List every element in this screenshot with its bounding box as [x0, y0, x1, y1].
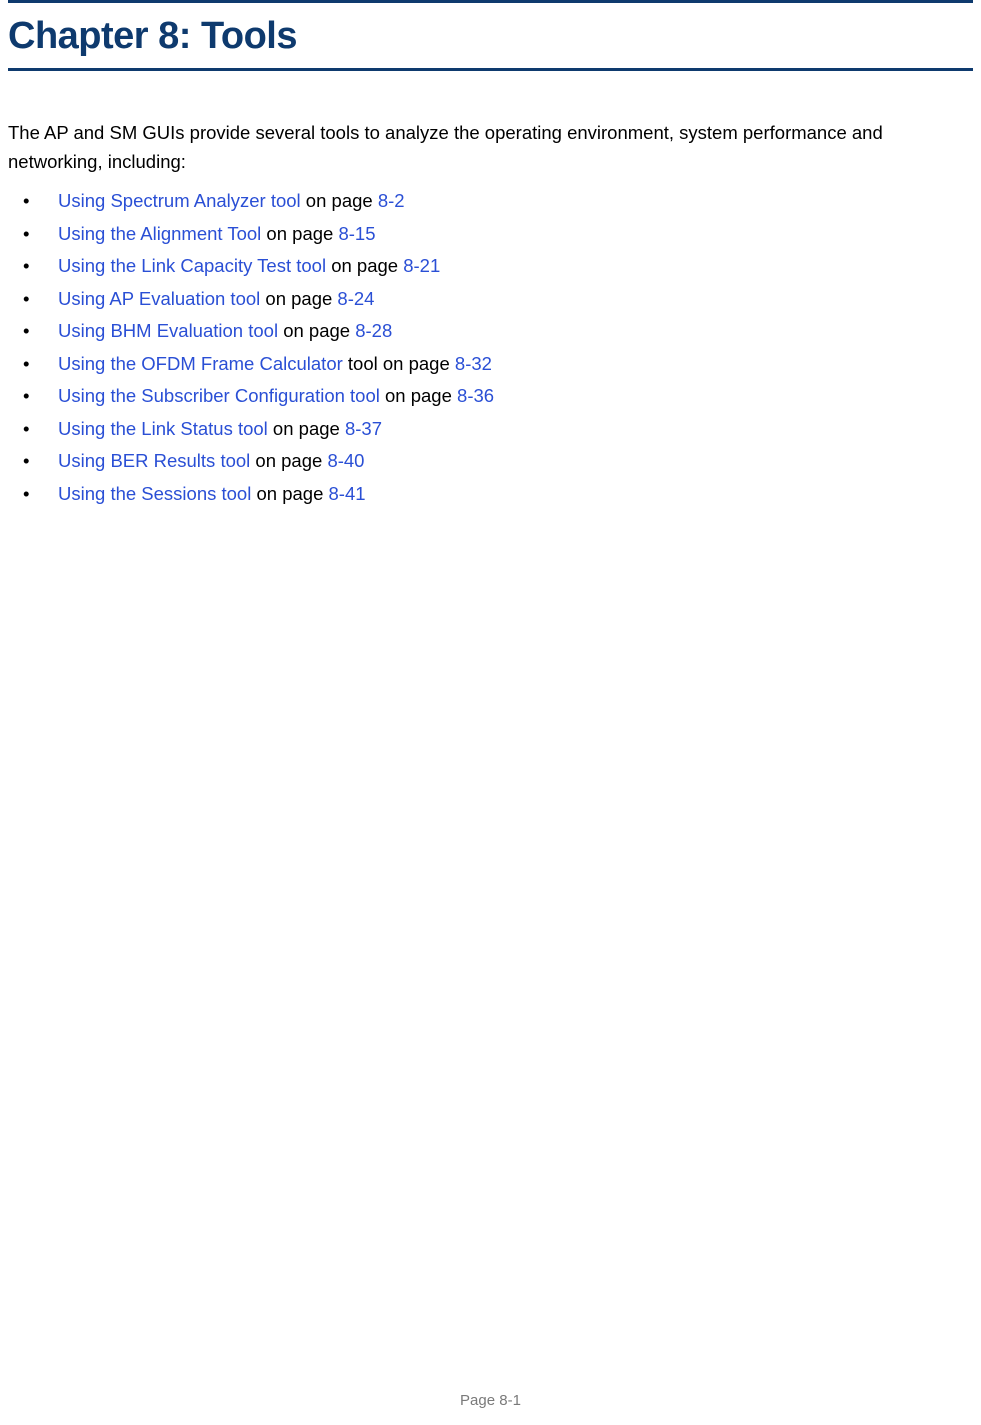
list-item: Using the Sessions tool on page 8-41 [8, 479, 973, 510]
list-item: Using Spectrum Analyzer tool on page 8-2 [8, 186, 973, 217]
mid-text: on page [301, 190, 378, 211]
tool-link[interactable]: Using the Link Status tool [58, 418, 268, 439]
mid-text: tool on page [343, 353, 455, 374]
page-ref[interactable]: 8-40 [327, 450, 364, 471]
tool-link[interactable]: Using BER Results tool [58, 450, 250, 471]
page-content: Chapter 8: Tools The AP and SM GUIs prov… [0, 0, 981, 510]
page-footer: Page 8-1 [0, 1392, 981, 1409]
list-item: Using the Link Status tool on page 8-37 [8, 414, 973, 445]
page-ref[interactable]: 8-37 [345, 418, 382, 439]
page-ref[interactable]: 8-36 [457, 385, 494, 406]
page-ref[interactable]: 8-21 [403, 255, 440, 276]
page-ref[interactable]: 8-2 [378, 190, 405, 211]
tool-link[interactable]: Using the Link Capacity Test tool [58, 255, 326, 276]
list-item: Using the Subscriber Configuration tool … [8, 381, 973, 412]
mid-text: on page [278, 320, 355, 341]
mid-text: on page [380, 385, 457, 406]
mid-text: on page [261, 223, 338, 244]
page-ref[interactable]: 8-28 [355, 320, 392, 341]
list-item: Using BHM Evaluation tool on page 8-28 [8, 316, 973, 347]
tools-list: Using Spectrum Analyzer tool on page 8-2… [8, 186, 973, 509]
mid-text: on page [251, 483, 328, 504]
list-item: Using AP Evaluation tool on page 8-24 [8, 284, 973, 315]
mid-text: on page [326, 255, 403, 276]
list-item: Using BER Results tool on page 8-40 [8, 446, 973, 477]
chapter-title: Chapter 8: Tools [8, 15, 973, 58]
list-item: Using the Alignment Tool on page 8-15 [8, 219, 973, 250]
page-ref[interactable]: 8-15 [338, 223, 375, 244]
mid-text: on page [260, 288, 337, 309]
tool-link[interactable]: Using BHM Evaluation tool [58, 320, 278, 341]
mid-text: on page [250, 450, 327, 471]
intro-paragraph: The AP and SM GUIs provide several tools… [8, 119, 973, 176]
page-ref[interactable]: 8-32 [455, 353, 492, 374]
tool-link[interactable]: Using the Subscriber Configuration tool [58, 385, 380, 406]
mid-text: on page [268, 418, 345, 439]
page-number: Page 8-1 [460, 1392, 521, 1409]
list-item: Using the OFDM Frame Calculator tool on … [8, 349, 973, 380]
tool-link[interactable]: Using the Sessions tool [58, 483, 251, 504]
page-ref[interactable]: 8-41 [329, 483, 366, 504]
tool-link[interactable]: Using Spectrum Analyzer tool [58, 190, 301, 211]
page-ref[interactable]: 8-24 [337, 288, 374, 309]
tool-link[interactable]: Using AP Evaluation tool [58, 288, 260, 309]
chapter-heading: Chapter 8: Tools [8, 0, 973, 71]
list-item: Using the Link Capacity Test tool on pag… [8, 251, 973, 282]
tool-link[interactable]: Using the Alignment Tool [58, 223, 261, 244]
tool-link[interactable]: Using the OFDM Frame Calculator [58, 353, 343, 374]
